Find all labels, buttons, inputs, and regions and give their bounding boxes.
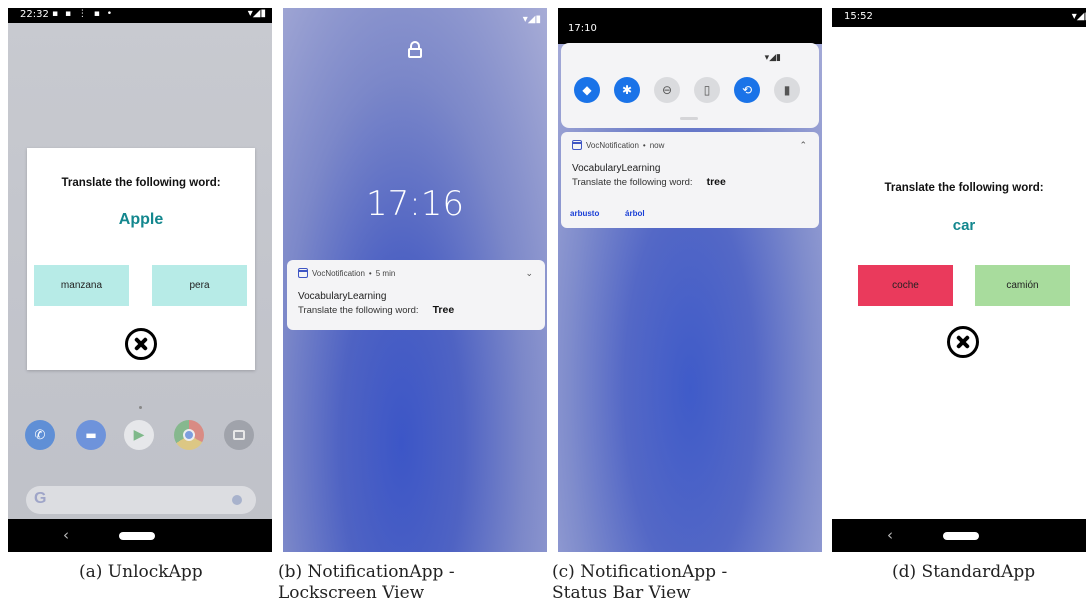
status-time: 15:52: [844, 11, 873, 22]
caption-b-line-2: Lockscreen View: [278, 583, 425, 603]
notification-app-name: VocNotification: [586, 140, 639, 150]
page-indicator: [139, 406, 142, 409]
unlock-app-screen: 22:32 ▪ ▪ ⋮ ▪ • ▾◢▮ Translate the follow…: [8, 8, 272, 552]
caption-b: (b) NotificationApp - Lockscreen View: [278, 562, 455, 604]
notification-separator: •: [368, 268, 372, 278]
signal-battery-icon: ▾◢▮: [522, 14, 541, 25]
notification-body: Translate the following word: tree: [572, 176, 726, 188]
status-bar: 15:52 ▾◢▮: [832, 8, 1086, 27]
status-bar: 22:32 ▪ ▪ ⋮ ▪ • ▾◢▮: [8, 8, 272, 23]
play-store-icon[interactable]: ▶: [124, 420, 154, 450]
close-icon[interactable]: [125, 328, 157, 360]
prompt-text: Translate the following word:: [61, 177, 221, 189]
home-pill[interactable]: [943, 532, 979, 540]
notification-time: now: [649, 140, 665, 150]
signal-battery-icon: ▾◢▮: [764, 53, 781, 63]
bluetooth-icon[interactable]: ✱: [614, 77, 640, 103]
caption-c: (c) NotificationApp - Status Bar View: [552, 562, 727, 604]
status-time: 22:32: [20, 9, 49, 20]
standard-app-screen: 15:52 ▾◢▮ Translate the following word: …: [832, 8, 1086, 552]
google-logo-icon: G: [34, 490, 47, 507]
back-icon[interactable]: ‹: [887, 526, 893, 544]
messages-app-icon[interactable]: ▬: [76, 420, 106, 450]
chevron-up-icon[interactable]: ⌃: [799, 140, 807, 151]
caption-c-line-2: Status Bar View: [552, 583, 691, 603]
notification-prompt: Translate the following word:: [572, 177, 693, 188]
notification-icons: ▪ ▪ ⋮ ▪ •: [52, 9, 115, 19]
camera-app-icon[interactable]: [224, 420, 254, 450]
caption-c-line-1: (c) NotificationApp -: [552, 562, 728, 582]
answer-action-2[interactable]: árbol: [625, 209, 645, 218]
option-button-1[interactable]: manzana: [34, 265, 129, 306]
target-word: car: [952, 217, 976, 234]
option-button-2[interactable]: camión: [975, 265, 1070, 306]
notification-card[interactable]: VocNotification • 5 min ⌄ VocabularyLear…: [287, 260, 545, 330]
translation-dialog: Translate the following word: Apple manz…: [27, 148, 255, 370]
notification-prompt: Translate the following word:: [298, 305, 419, 316]
notification-header: VocNotification • now: [572, 140, 664, 150]
drag-handle[interactable]: [680, 117, 698, 120]
notification-separator: •: [642, 140, 646, 150]
status-bar-view: 17:10 ▾◢▮ ◆ ✱ ⊖ ▯ ⟲ ▮ VocNotification • …: [558, 8, 822, 552]
chevron-down-icon[interactable]: ⌄: [525, 268, 533, 279]
notification-app-name: VocNotification: [312, 268, 365, 278]
caption-d: (d) StandardApp: [892, 562, 1036, 582]
auto-rotate-icon[interactable]: ⟲: [734, 77, 760, 103]
navigation-bar: ‹: [832, 519, 1086, 552]
notification-title: VocabularyLearning: [298, 291, 387, 302]
phone-app-icon[interactable]: ✆: [25, 420, 55, 450]
status-bar: 17:10: [558, 8, 822, 44]
navigation-bar: ‹: [8, 519, 272, 552]
notification-card[interactable]: VocNotification • now ⌃ VocabularyLearni…: [561, 132, 819, 228]
caption-b-line-1: (b) NotificationApp -: [278, 562, 455, 582]
calendar-icon: [572, 140, 582, 150]
signal-battery-icon: ▾◢▮: [247, 8, 266, 19]
notification-title: VocabularyLearning: [572, 163, 661, 174]
lock-icon: [407, 41, 423, 58]
target-word: Apple: [118, 211, 164, 228]
status-time: 17:10: [568, 23, 597, 34]
google-search-bar[interactable]: G: [26, 486, 256, 514]
notification-word: Tree: [432, 304, 455, 316]
calendar-icon: [298, 268, 308, 278]
quick-settings-panel: ▾◢▮ ◆ ✱ ⊖ ▯ ⟲ ▮: [561, 43, 819, 128]
answer-action-1[interactable]: arbusto: [570, 209, 599, 218]
notification-header: VocNotification • 5 min: [298, 268, 395, 278]
option-button-1[interactable]: coche: [858, 265, 953, 306]
notification-word: tree: [706, 176, 726, 188]
assistant-icon[interactable]: [232, 495, 242, 505]
flashlight-icon[interactable]: ▯: [694, 77, 720, 103]
prompt-text: Translate the following word:: [884, 182, 1044, 194]
back-icon[interactable]: ‹: [63, 526, 69, 544]
option-button-2[interactable]: pera: [152, 265, 247, 306]
do-not-disturb-icon[interactable]: ⊖: [654, 77, 680, 103]
close-icon[interactable]: [947, 326, 979, 358]
lockscreen-clock: 17:16: [366, 184, 464, 224]
lockscreen-view: ▾◢▮ 17:16 VocNotification • 5 min ⌄ Voca…: [283, 8, 547, 552]
notification-body: Translate the following word: Tree: [298, 304, 454, 316]
signal-battery-icon: ▾◢▮: [1071, 11, 1086, 22]
battery-saver-icon[interactable]: ▮: [774, 77, 800, 103]
chrome-icon[interactable]: [174, 420, 204, 450]
notification-time: 5 min: [375, 268, 396, 278]
caption-a: (a) UnlockApp: [79, 562, 203, 582]
home-pill[interactable]: [119, 532, 155, 540]
wifi-icon[interactable]: ◆: [574, 77, 600, 103]
